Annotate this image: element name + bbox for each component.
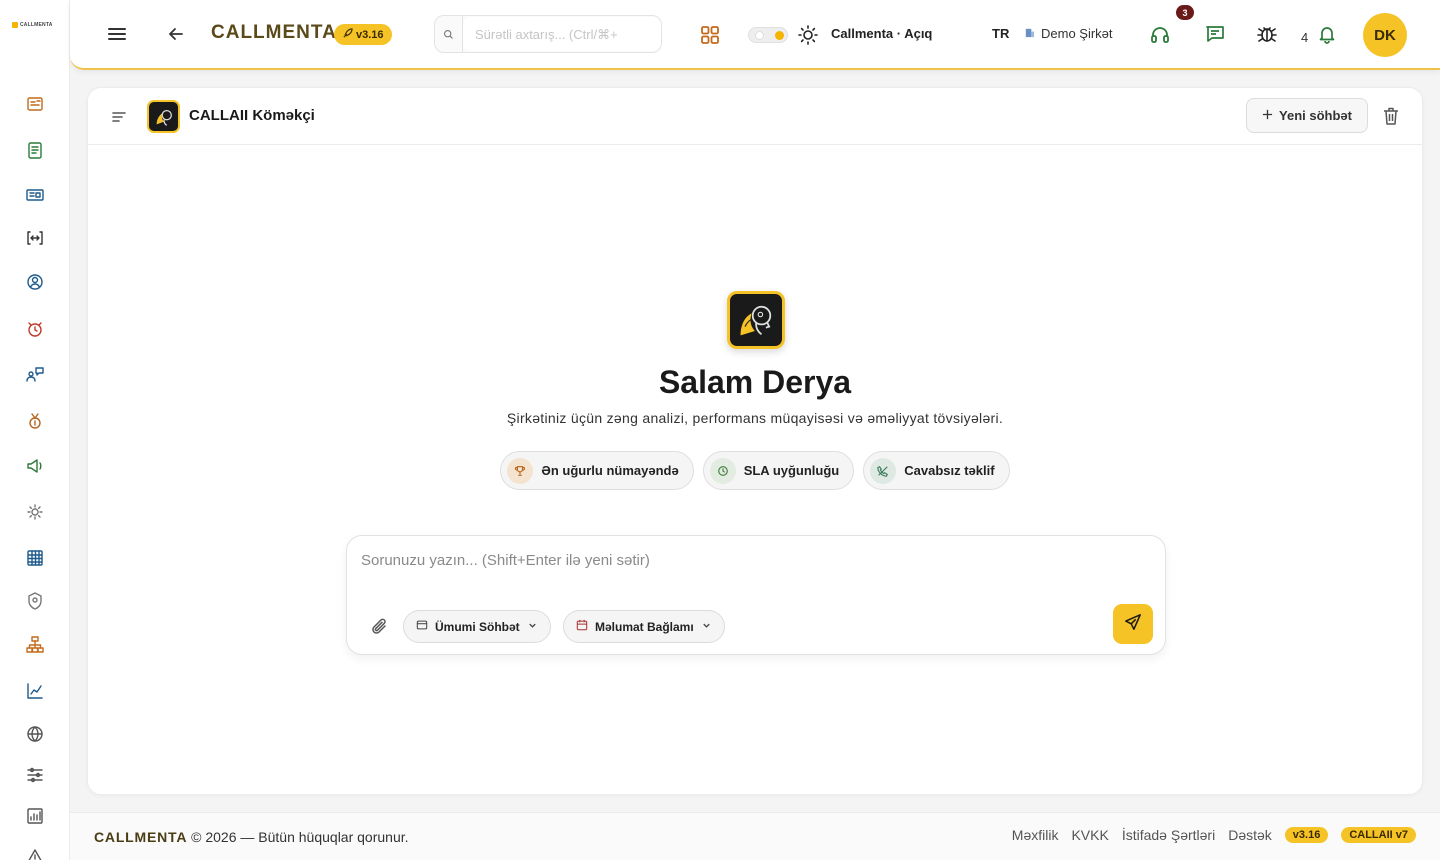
- footer-copyright: © 2026 — Bütün hüquqlar qorunur.: [191, 829, 409, 845]
- dashboard-icon[interactable]: [24, 93, 46, 115]
- clock-icon: [709, 457, 736, 484]
- new-chat-label: Yeni söhbət: [1279, 108, 1352, 123]
- new-chat-button[interactable]: Yeni söhbət: [1246, 98, 1368, 133]
- assistant-header: CALLAII Köməkçi Yeni söhbət: [88, 88, 1422, 145]
- assistant-hero-logo-icon: [727, 291, 785, 349]
- user-avatar[interactable]: DK: [1363, 13, 1407, 57]
- footer-version-badge: v3.16: [1284, 827, 1329, 843]
- bug-icon[interactable]: [1256, 23, 1278, 45]
- theme-toggle[interactable]: [748, 27, 788, 43]
- version-badge: v3.16: [334, 24, 392, 45]
- chevron-down-icon: [527, 620, 538, 634]
- user-circle-icon[interactable]: [24, 271, 46, 293]
- reports-icon[interactable]: [24, 184, 46, 206]
- search-icon[interactable]: [435, 16, 463, 52]
- footer-brand: CALLMENTA © 2026 — Bütün hüquqlar qorunu…: [94, 829, 409, 845]
- sidebar-logo[interactable]: CALLMENTA: [12, 22, 53, 28]
- chat-mode-value: Ümumi Söhbət: [435, 619, 520, 634]
- megaphone-icon[interactable]: [24, 455, 46, 477]
- user-chat-icon[interactable]: [24, 364, 46, 386]
- sun-icon[interactable]: [797, 24, 819, 46]
- alarm-icon[interactable]: [24, 318, 46, 340]
- trash-icon[interactable]: [1382, 106, 1400, 126]
- bar-stats-icon[interactable]: [24, 805, 46, 827]
- footer-links: Məxfilik KVKK İstifadə Şərtləri Dəstək v…: [1012, 827, 1416, 843]
- sidebar-logo-text: CALLMENTA: [20, 22, 53, 28]
- history-toggle-icon[interactable]: [110, 108, 128, 126]
- globe-icon[interactable]: [24, 723, 46, 745]
- suggestion-chip-top-agent[interactable]: Ən uğurlu nümayəndə: [500, 451, 694, 490]
- company-selector[interactable]: Demo Şirkət: [1024, 26, 1113, 41]
- settings-gear-icon[interactable]: [24, 501, 46, 523]
- building-icon: [1024, 26, 1035, 41]
- context-value: Məlumat Bağlamı: [595, 619, 694, 634]
- list-settings-icon[interactable]: [24, 764, 46, 786]
- shield-icon[interactable]: [24, 590, 46, 612]
- assistant-title: CALLAII Köməkçi: [189, 107, 315, 124]
- back-arrow-icon[interactable]: [166, 24, 186, 44]
- rocket-icon: [342, 27, 353, 42]
- assistant-logo-icon: [147, 100, 180, 133]
- suggestion-chip-sla[interactable]: SLA uyğunluğu: [702, 451, 855, 490]
- notification-count: 4: [1301, 30, 1309, 45]
- footer-brand-name: CALLMENTA: [94, 829, 188, 845]
- top-bar: CALLMENTA v3.16 Callmenta · Açıq TR Demo…: [70, 0, 1440, 70]
- language-selector[interactable]: TR: [992, 26, 1009, 41]
- trophy-icon: [507, 457, 534, 484]
- chat-mode-select[interactable]: Ümumi Söhbət: [403, 610, 551, 643]
- grid-table-icon[interactable]: [24, 547, 46, 569]
- assistant-panel: CALLAII Köməkçi Yeni söhbət Salam Derya …: [87, 87, 1423, 795]
- messages-icon[interactable]: [1204, 23, 1226, 45]
- suggestion-chips: Ən uğurlu nümayəndə SLA uyğunluğu Cavabs…: [88, 451, 1422, 490]
- org-chart-icon[interactable]: [24, 634, 46, 656]
- plus-icon: [1262, 108, 1273, 123]
- bell-icon[interactable]: [1317, 24, 1337, 44]
- headset-badge: 3: [1176, 5, 1194, 20]
- sidebar: CALLMENTA: [0, 0, 70, 860]
- footer-link-kvkk[interactable]: KVKK: [1071, 827, 1108, 843]
- footer-link-support[interactable]: Dəstək: [1228, 827, 1272, 843]
- theme-label[interactable]: Callmenta · Açıq: [831, 26, 932, 41]
- suggestion-chip-unanswered[interactable]: Cavabsız təklif: [863, 451, 1010, 490]
- message-input[interactable]: [361, 552, 1101, 592]
- suggestion-label: SLA uyğunluğu: [743, 463, 840, 478]
- context-select[interactable]: Məlumat Bağlamı: [563, 610, 725, 643]
- warning-icon[interactable]: [24, 846, 46, 860]
- footer-link-privacy[interactable]: Məxfilik: [1012, 827, 1059, 843]
- send-icon: [1124, 613, 1142, 636]
- apps-grid-icon[interactable]: [700, 25, 720, 45]
- brand-title[interactable]: CALLMENTA: [211, 22, 337, 44]
- message-composer: Ümumi Söhbət Məlumat Bağlamı: [346, 535, 1166, 655]
- paperclip-icon[interactable]: [370, 617, 390, 637]
- footer: CALLMENTA © 2026 — Bütün hüquqlar qorunu…: [70, 812, 1440, 860]
- greeting-title: Salam Derya: [658, 364, 852, 400]
- headset-icon[interactable]: [1149, 24, 1171, 46]
- clipboard-icon[interactable]: [24, 139, 46, 161]
- suggestion-label: Ən uğurlu nümayəndə: [541, 463, 679, 478]
- suggestion-label: Cavabsız təklif: [904, 463, 995, 478]
- greeting-subtitle: Şirkətiniz üçün zəng analizi, performans…: [506, 410, 1004, 426]
- logo-mark-icon: [12, 22, 18, 28]
- window-icon: [416, 619, 428, 634]
- chevron-down-icon: [701, 620, 712, 634]
- phone-missed-icon: [870, 457, 897, 484]
- send-button[interactable]: [1113, 604, 1153, 644]
- footer-ai-badge: CALLAII v7: [1341, 827, 1416, 843]
- analytics-chart-icon[interactable]: [24, 680, 46, 702]
- version-text: v3.16: [356, 28, 384, 41]
- footer-link-terms[interactable]: İstifadə Şərtləri: [1122, 827, 1215, 843]
- calendar-icon: [576, 619, 588, 634]
- medal-icon[interactable]: [24, 410, 46, 432]
- search-box: [434, 15, 662, 53]
- menu-icon[interactable]: [106, 23, 128, 45]
- company-name: Demo Şirkət: [1041, 26, 1113, 41]
- integration-icon[interactable]: [24, 227, 46, 249]
- search-input[interactable]: [463, 17, 661, 51]
